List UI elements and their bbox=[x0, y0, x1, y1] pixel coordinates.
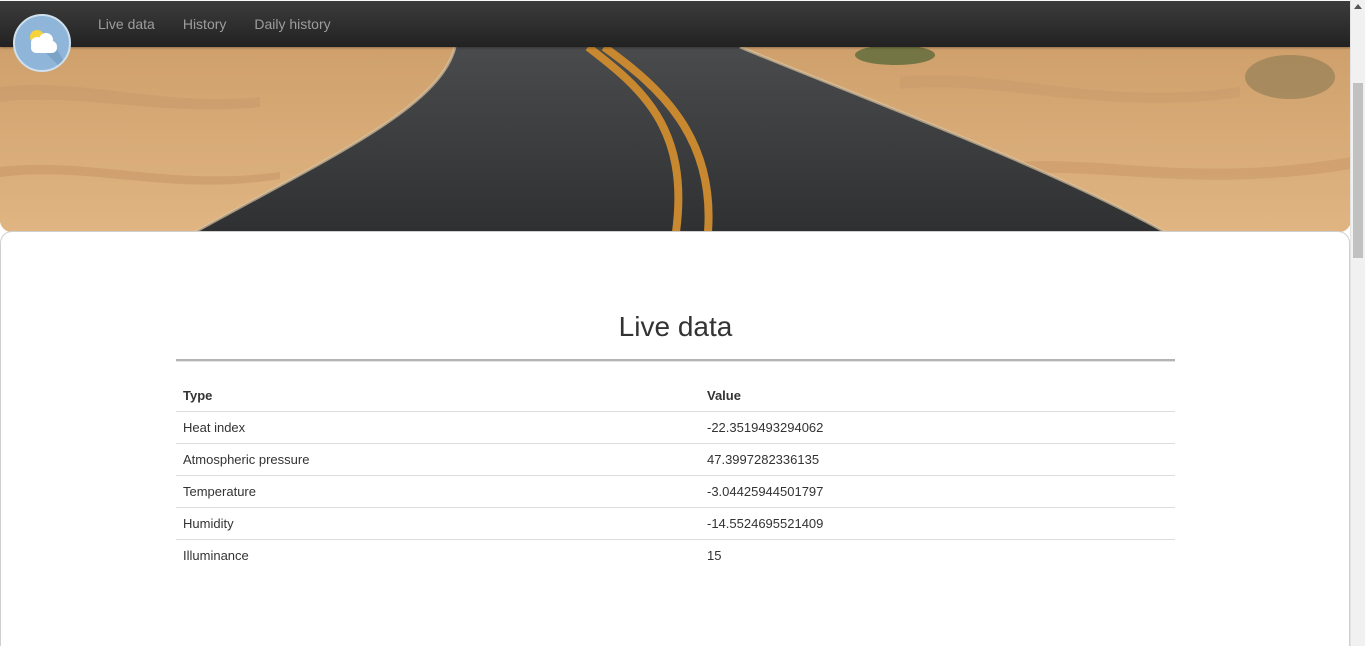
cell-value: -22.3519493294062 bbox=[700, 411, 1175, 444]
scroll-up-arrow-icon[interactable] bbox=[1354, 4, 1362, 9]
table-row: Heat index -22.3519493294062 bbox=[176, 411, 1175, 444]
cell-value: 47.3997282336135 bbox=[700, 443, 1175, 476]
page-title: Live data bbox=[618, 311, 733, 342]
cell-type: Atmospheric pressure bbox=[176, 443, 700, 476]
desert-road-illustration bbox=[0, 47, 1350, 232]
title-divider bbox=[176, 359, 1175, 362]
cell-value: -3.04425944501797 bbox=[700, 475, 1175, 508]
nav-links: Live data History Daily history bbox=[98, 1, 359, 47]
hero-banner-image bbox=[0, 47, 1350, 232]
vertical-scrollbar[interactable] bbox=[1350, 0, 1365, 646]
cell-value: 15 bbox=[707, 548, 722, 563]
cell-type: Heat index bbox=[176, 411, 700, 444]
table-row: Illuminance 15 bbox=[176, 540, 1175, 572]
column-header-type: Type bbox=[176, 380, 700, 412]
cloud-sun-icon bbox=[30, 30, 69, 70]
nav-link-live-data[interactable]: Live data bbox=[98, 16, 155, 32]
nav-link-history[interactable]: History bbox=[183, 16, 227, 32]
scrollbar-thumb[interactable] bbox=[1353, 83, 1363, 258]
table-row: Temperature -3.04425944501797 bbox=[176, 475, 1175, 508]
column-header-value: Value bbox=[700, 380, 1175, 412]
cell-type: Humidity bbox=[176, 507, 700, 540]
top-navbar: Live data History Daily history bbox=[0, 1, 1350, 47]
cell-value: -14.5524695521409 bbox=[700, 507, 1175, 540]
live-data-table: Type Value Heat index -22.3519493294062 … bbox=[176, 380, 1175, 571]
cell-type: Illuminance bbox=[183, 548, 249, 563]
table-header-row: Type Value bbox=[176, 380, 1175, 412]
page: Live data History Daily history Live dat… bbox=[0, 0, 1350, 646]
table-row: Humidity -14.5524695521409 bbox=[176, 507, 1175, 540]
table-row: Atmospheric pressure 47.3997282336135 bbox=[176, 443, 1175, 476]
cell-type: Temperature bbox=[176, 475, 700, 508]
app-logo[interactable] bbox=[13, 14, 71, 72]
nav-link-daily-history[interactable]: Daily history bbox=[254, 16, 330, 32]
